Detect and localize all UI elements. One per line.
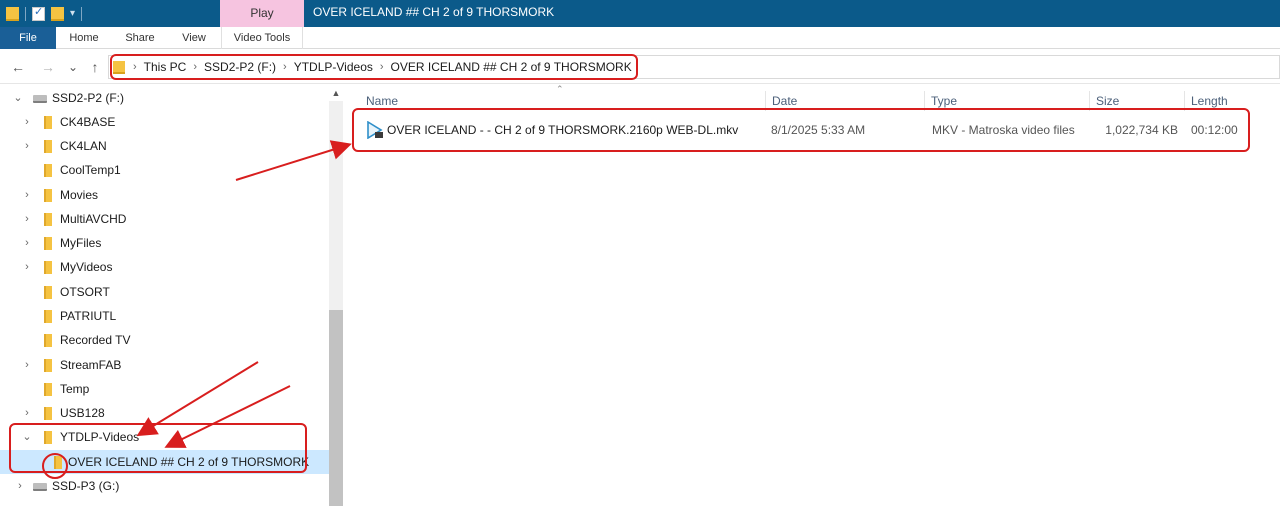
tree-item-label: CK4LAN: [60, 139, 107, 153]
tab-file[interactable]: File: [0, 27, 56, 49]
tree-item-label: MyVideos: [60, 260, 113, 274]
drive-icon: [33, 95, 47, 103]
chevron-right-icon[interactable]: ›: [21, 207, 33, 231]
divider: [81, 6, 83, 21]
title-bar: ▾ Play OVER ICELAND ## CH 2 of 9 THORSMO…: [0, 0, 1280, 27]
annotation-box-tree: [9, 423, 307, 473]
play-context-tab[interactable]: Play: [220, 0, 304, 27]
folder-icon: [44, 237, 52, 250]
ribbon: File Home Share View Video Tools: [0, 27, 1280, 49]
chevron-right-icon[interactable]: ›: [21, 231, 33, 255]
tree-item-label: MultiAVCHD: [60, 212, 127, 226]
chevron-right-icon[interactable]: ›: [21, 255, 33, 279]
drive-icon: [33, 483, 47, 491]
tree-item-label: SSD-P3 (G:): [52, 479, 120, 493]
recent-locations-icon[interactable]: ⌄: [65, 58, 81, 76]
folder-icon: [44, 116, 52, 129]
folder-icon: [44, 140, 52, 153]
folder-icon: [44, 359, 52, 372]
folder-icon: [44, 189, 52, 202]
scrollbar-thumb[interactable]: [329, 310, 343, 506]
chevron-right-icon[interactable]: ›: [21, 401, 33, 425]
folder-icon: [44, 407, 52, 420]
tab-video-tools[interactable]: Video Tools: [221, 27, 303, 49]
folder-icon: [44, 383, 52, 396]
tree-item-myvideos[interactable]: › MyVideos: [0, 255, 329, 279]
tree-item-label: StreamFAB: [60, 358, 122, 372]
tree-item-ck4base[interactable]: › CK4BASE: [0, 110, 329, 134]
scroll-up-icon[interactable]: ▲: [329, 85, 343, 101]
tree-item-streamfab[interactable]: › StreamFAB: [0, 353, 329, 377]
tree-item-label: Recorded TV: [60, 333, 131, 347]
annotation-box-address: [110, 54, 638, 80]
up-arrow-icon[interactable]: ↑: [87, 58, 103, 76]
tree-item-label: CoolTemp1: [60, 163, 121, 177]
tree-item-recorded-tv[interactable]: Recorded TV: [0, 328, 329, 352]
properties-icon[interactable]: [32, 5, 45, 21]
window-title: OVER ICELAND ## CH 2 of 9 THORSMORK: [313, 5, 555, 19]
chevron-right-icon[interactable]: ›: [21, 353, 33, 377]
folder-icon: [44, 310, 52, 323]
folder-icon: [44, 286, 52, 299]
tree-item-temp[interactable]: Temp: [0, 377, 329, 401]
tree-item-label: Temp: [60, 382, 90, 396]
chevron-right-icon[interactable]: ›: [21, 134, 33, 158]
folder-icon: [44, 164, 52, 177]
chevron-right-icon[interactable]: ›: [21, 183, 33, 207]
tree-item-label: PATRIUTL: [60, 309, 117, 323]
tree-item-cooltemp1[interactable]: CoolTemp1: [0, 158, 329, 182]
folder-icon: [44, 334, 52, 347]
tree-item-label: MyFiles: [60, 236, 102, 250]
sort-indicator-icon: ⌃: [556, 84, 564, 94]
tree-item-ck4lan[interactable]: › CK4LAN: [0, 134, 329, 158]
tree-item-label: CK4BASE: [60, 115, 116, 129]
tree-item-drive-f[interactable]: ⌄ SSD2-P2 (F:): [0, 86, 329, 110]
chevron-down-icon[interactable]: ⌄: [12, 86, 24, 110]
tab-home[interactable]: Home: [56, 27, 112, 49]
new-folder-icon[interactable]: [51, 6, 64, 21]
chevron-right-icon[interactable]: ›: [14, 474, 26, 498]
back-arrow-icon[interactable]: ←: [10, 58, 26, 76]
tree-item-movies[interactable]: › Movies: [0, 183, 329, 207]
forward-arrow-icon[interactable]: →: [40, 58, 56, 76]
quick-access-toolbar: ▾: [0, 0, 220, 27]
folder-icon: [6, 6, 19, 21]
tree-item-patriutl[interactable]: PATRIUTL: [0, 304, 329, 328]
annotation-box-file-row: [352, 108, 1250, 152]
folder-icon: [44, 261, 52, 274]
tab-view[interactable]: View: [168, 27, 220, 49]
tree-item-drive-g[interactable]: › SSD-P3 (G:): [0, 474, 329, 498]
customize-toolbar-icon[interactable]: ▾: [70, 8, 75, 19]
tree-item-myfiles[interactable]: › MyFiles: [0, 231, 329, 255]
tree-item-label: SSD2-P2 (F:): [52, 91, 125, 105]
tree-item-multiavchd[interactable]: › MultiAVCHD: [0, 207, 329, 231]
folder-icon: [44, 213, 52, 226]
divider: [25, 6, 26, 21]
tree-item-label: OTSORT: [60, 285, 110, 299]
tab-share[interactable]: Share: [112, 27, 168, 49]
tree-item-usb128[interactable]: › USB128: [0, 401, 329, 425]
tree-item-label: Movies: [60, 188, 99, 202]
tree-item-otsort[interactable]: OTSORT: [0, 280, 329, 304]
tree-item-label: USB128: [60, 406, 105, 420]
chevron-right-icon[interactable]: ›: [21, 110, 33, 134]
